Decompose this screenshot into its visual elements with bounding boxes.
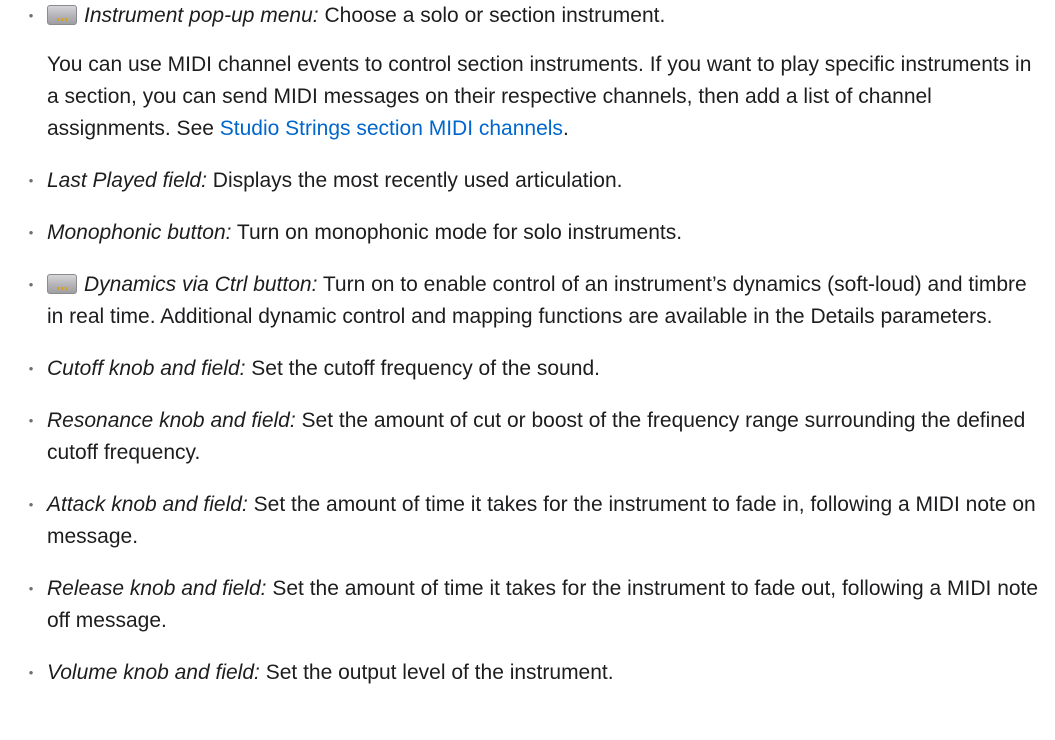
item-label: Resonance knob and field:	[47, 409, 296, 432]
bullet: •	[28, 581, 34, 596]
item-text: Displays the most recently used articula…	[206, 169, 623, 192]
parameter-list: • Instrument pop-up menu: Choose a solo …	[0, 0, 1040, 689]
list-item-volume: • Volume knob and field: Set the output …	[0, 657, 1040, 689]
item-label: Last Played field:	[47, 169, 207, 192]
item-label: Cutoff knob and field:	[47, 357, 246, 380]
item-text: Set the output level of the instrument.	[259, 661, 614, 684]
list-item-last-played: • Last Played field: Displays the most r…	[0, 165, 1040, 197]
menu-badge-icon	[47, 5, 77, 25]
list-item-instrument-menu: • Instrument pop-up menu: Choose a solo …	[0, 0, 1040, 32]
bullet: •	[28, 277, 34, 292]
studio-strings-midi-channels-link[interactable]: Studio Strings section MIDI channels	[220, 117, 563, 140]
item-label: Monophonic button:	[47, 221, 232, 244]
document-page: • Instrument pop-up menu: Choose a solo …	[0, 0, 1055, 740]
bullet: •	[28, 413, 34, 428]
bullet: •	[28, 8, 34, 23]
item-text: Turn on monophonic mode for solo instrum…	[231, 221, 683, 244]
list-item-dynamics-via-ctrl: • Dynamics via Ctrl button: Turn on to e…	[0, 269, 1040, 333]
section-instruments-paragraph: You can use MIDI channel events to contr…	[0, 49, 1040, 145]
item-label: Attack knob and field:	[47, 493, 248, 516]
menu-badge-icon	[47, 274, 77, 294]
item-label: Dynamics via Ctrl button:	[84, 273, 318, 296]
bullet: •	[28, 497, 34, 512]
list-item-release: • Release knob and field: Set the amount…	[0, 573, 1040, 637]
bullet: •	[28, 173, 34, 188]
bullet: •	[28, 361, 34, 376]
list-item-cutoff: • Cutoff knob and field: Set the cutoff …	[0, 353, 1040, 385]
bullet: •	[28, 225, 34, 240]
item-text: Choose a solo or section instrument.	[318, 4, 666, 27]
paragraph-end: .	[562, 117, 569, 140]
item-label: Volume knob and field:	[47, 661, 260, 684]
list-item-resonance: • Resonance knob and field: Set the amou…	[0, 405, 1040, 469]
item-label: Release knob and field:	[47, 577, 267, 600]
bullet: •	[28, 665, 34, 680]
list-item-monophonic: • Monophonic button: Turn on monophonic …	[0, 217, 1040, 249]
item-text: Set the cutoff frequency of the sound.	[245, 357, 600, 380]
list-item-attack: • Attack knob and field: Set the amount …	[0, 489, 1040, 553]
item-label: Instrument pop-up menu:	[84, 4, 319, 27]
